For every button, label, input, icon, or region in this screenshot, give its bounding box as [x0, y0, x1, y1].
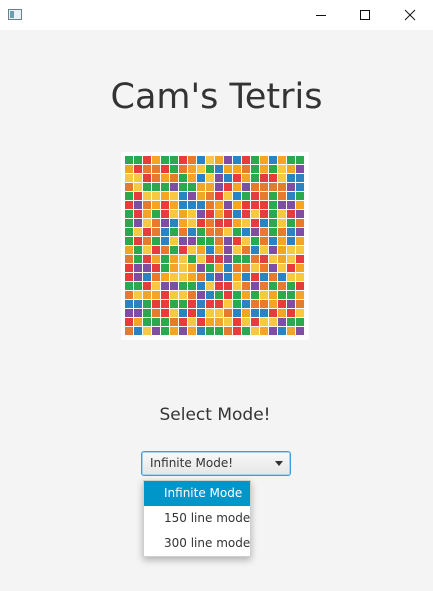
maximize-button[interactable] — [342, 0, 388, 30]
close-button[interactable] — [387, 0, 433, 30]
chevron-down-icon — [275, 461, 283, 466]
mode-option-150[interactable]: 150 line mode — [144, 506, 250, 531]
mode-select-value: Infinite Mode! — [150, 456, 234, 470]
mode-option-300[interactable]: 300 line mode — [144, 531, 250, 556]
mode-select[interactable]: Infinite Mode! — [141, 451, 291, 476]
minimize-icon — [316, 15, 326, 16]
mode-option-infinite[interactable]: Infinite Mode — [144, 481, 250, 506]
close-icon — [404, 9, 416, 21]
tetris-logo-image — [121, 152, 309, 340]
maximize-icon — [360, 10, 370, 20]
title-bar — [0, 0, 433, 30]
window-app-icon — [8, 9, 22, 20]
mode-dropdown-list: Infinite Mode 150 line mode 300 line mod… — [143, 480, 251, 557]
page-title: Cam's Tetris — [110, 77, 323, 117]
tetris-block-mosaic-icon — [125, 156, 304, 335]
select-mode-label: Select Mode! — [159, 405, 271, 425]
minimize-button[interactable] — [298, 0, 344, 30]
